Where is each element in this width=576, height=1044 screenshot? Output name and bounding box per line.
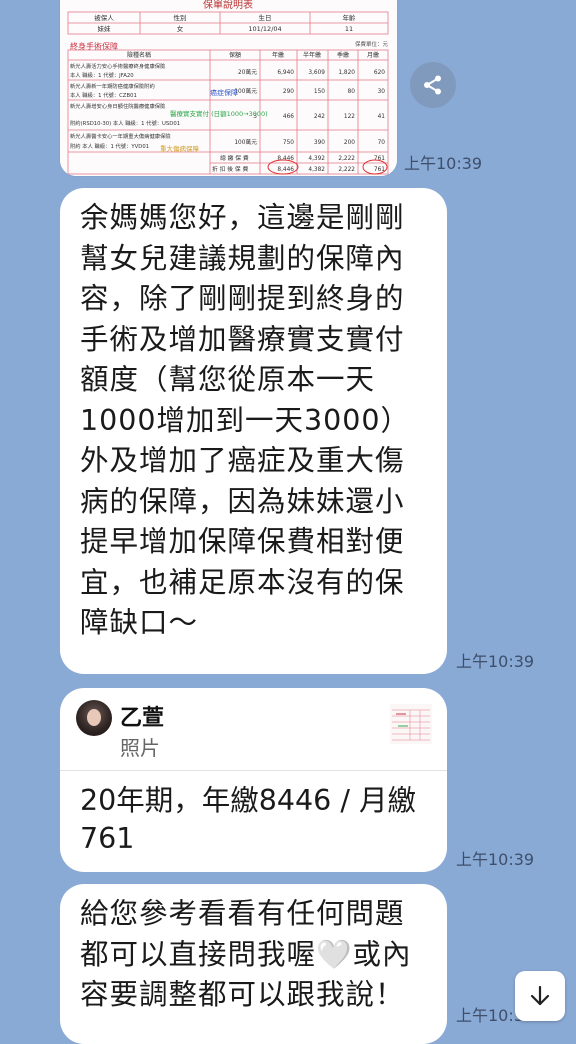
table-col: 年繳 [272, 51, 284, 59]
cell: 761 [374, 156, 385, 162]
sheet-title: 保單說明表 [203, 0, 253, 11]
cell: 3,609 [308, 70, 325, 76]
cell: 390 [314, 140, 325, 146]
message-text: 余媽媽您好，這邊是剛剛 幫女兒建議規劃的保障內 容，除了剛剛提到終身的 手術及增… [80, 201, 411, 639]
cell: 70 [378, 140, 386, 146]
heart-emoji: 🤍 [316, 937, 353, 971]
row-sub: 附約(RSD10-30) 本人 職級：1 代號：USD01 [70, 119, 180, 127]
scroll-to-bottom-button[interactable] [515, 971, 565, 1021]
row-name: 新光人壽增安心身日額住院醫療健康保險 [70, 102, 166, 110]
share-button[interactable] [410, 62, 456, 108]
cell: 41 [378, 114, 386, 120]
unit-note: 保費單位：元 [355, 40, 389, 48]
header-val: 11 [345, 25, 353, 33]
annotation: 醫療實支實付 (日額1000→3000) [170, 109, 268, 118]
table-col: 保額 [229, 51, 241, 59]
discount-label: 折 扣 後 保 費 [212, 165, 249, 173]
message-text: 給您參考看看有任何問題 都可以直接問我喔🤍或內 容要調整都可以跟我說！ [80, 894, 440, 1016]
header-col: 被保人 [94, 13, 114, 22]
row-name: 新光人壽醫卡安心一年期重大傷病健康保險 [70, 132, 171, 140]
cell: 2,222 [338, 167, 355, 173]
header-val: 女 [177, 24, 184, 33]
message-text: 20年期，年繳8446 / 月繳 761 [80, 784, 417, 855]
row-sub: 附約 本人 職級：1 代號：YVD01 [70, 142, 149, 150]
cell: 620 [374, 70, 385, 76]
cell: 80 [348, 89, 356, 95]
cell: 100萬元 [234, 138, 257, 146]
cell: 122 [344, 114, 355, 120]
insurance-sheet-image: 保單說明表 被保人 性別 生日 年齡 妹妹 女 101/12/04 11 保費單… [60, 0, 397, 176]
header-val: 101/12/04 [248, 25, 281, 33]
annotation: 重大傷病保障 [160, 144, 200, 153]
cell: 242 [314, 114, 325, 120]
photo-message[interactable]: 保單說明表 被保人 性別 生日 年齡 妹妹 女 101/12/04 11 保費單… [60, 0, 397, 176]
cell: 30 [378, 89, 386, 95]
table-col: 險種名稱 [127, 51, 151, 59]
message-bubble[interactable]: 余媽媽您好，這邊是剛剛 幫女兒建議規劃的保障內 容，除了剛剛提到終身的 手術及增… [60, 188, 447, 674]
share-icon [424, 75, 441, 95]
annotation: 癌症保障 [210, 88, 238, 97]
cell: 4,382 [308, 167, 325, 173]
row-name: 新光人壽活力安心手術醫療終身健康保險 [70, 62, 166, 70]
header-col: 年齡 [343, 13, 357, 22]
chat-room[interactable]: 保單說明表 被保人 性別 生日 年齡 妹妹 女 101/12/04 11 保費單… [0, 0, 576, 1044]
table-col: 月繳 [367, 51, 379, 59]
cell: 200 [344, 140, 355, 146]
header-col: 性別 [174, 13, 187, 22]
table-col: 季繳 [337, 51, 349, 59]
cell: 8,446 [277, 167, 294, 173]
reply-message-bubble[interactable]: 乙萱 照片 20年期，年繳8446 / 月繳 761 [60, 688, 447, 872]
timestamp: 上午10:39 [456, 850, 535, 869]
header-col: 生日 [259, 13, 272, 22]
total-label: 總 繳 保 費 [220, 154, 249, 162]
reply-type: 照片 [120, 736, 160, 760]
reply-photo-thumbnail [390, 704, 432, 744]
timestamp: 上午10:39 [404, 154, 483, 173]
table-col: 半年繳 [303, 51, 321, 59]
cell: 1,820 [338, 70, 355, 76]
annotation: 終身手術保障 [70, 41, 118, 51]
row-sub: 本人 職級：1 代號：JFA20 [70, 71, 134, 79]
cell: 750 [283, 140, 294, 146]
arrow-down-icon [530, 985, 550, 1006]
cell: 2,222 [338, 156, 355, 162]
avatar [76, 700, 112, 736]
cell: 466 [283, 114, 294, 120]
message-bubble[interactable]: 給您參考看看有任何問題 都可以直接問我喔🤍或內 容要調整都可以跟我說！ [60, 884, 447, 1044]
reply-preview[interactable]: 乙萱 照片 [60, 688, 447, 771]
row-sub: 本人 職級：1 代號：CZB01 [70, 91, 137, 99]
cell: 6,940 [277, 70, 294, 76]
cell: 150 [314, 89, 325, 95]
header-val: 妹妹 [98, 24, 112, 33]
row-name: 新光人壽新一年期防癌健康保險附約 [70, 82, 155, 90]
reply-sender-name: 乙萱 [120, 706, 165, 731]
cell: 20萬元 [238, 68, 257, 76]
timestamp: 上午10:39 [456, 652, 535, 671]
cell: 4,392 [308, 156, 325, 162]
cell: 290 [283, 89, 294, 95]
